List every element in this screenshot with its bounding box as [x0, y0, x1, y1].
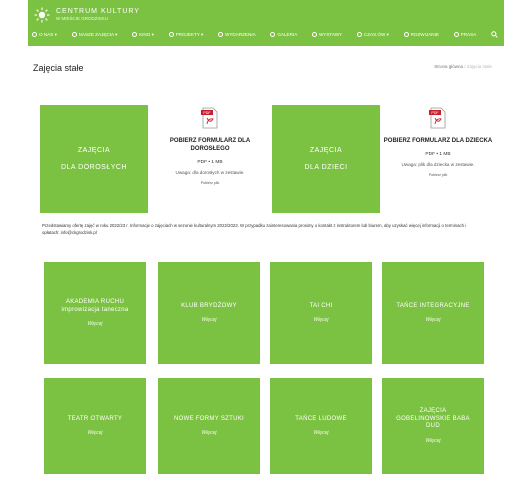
nav-item-rozwijanie[interactable]: ROZWIJANIE [403, 32, 439, 37]
nav-bullet-icon [403, 32, 409, 37]
nav-item-nasze-zajecia[interactable]: NASZE ZAJĘCIA ▾ [71, 31, 118, 38]
download-link[interactable]: Pobierz plik [154, 181, 266, 185]
nav-label: PRASA [460, 32, 477, 37]
activity-title: TAI CHI [309, 302, 333, 309]
activity-tile-teatr-otwarty[interactable]: TEATR OTWARTY Więcej [44, 378, 146, 474]
activity-title: NOWE FORMY SZTUKI [174, 415, 244, 422]
nav-bullet-icon [71, 32, 77, 37]
nav-label: WYSTAWY [318, 32, 343, 37]
nav-label: O NAS ▾ [39, 31, 57, 37]
page-title: Zajęcia stałe [33, 63, 84, 73]
nav-label: NASZE ZAJĘCIA ▾ [78, 31, 118, 37]
form-note: Uwaga: dla dorosłych w zestawie. [175, 170, 245, 176]
svg-text:PDF: PDF [431, 111, 439, 115]
tile-zajecia-dla-doroslych[interactable]: ZAJĘCIA DLA DOROSŁYCH [40, 105, 148, 213]
nav-bullet-icon [168, 32, 174, 37]
more-link[interactable]: Więcej [426, 317, 441, 323]
nav-item-wydarzenia[interactable]: WYDARZENIA [218, 32, 256, 37]
form-title[interactable]: POBIERZ FORMULARZ DLA DZIECKA [382, 137, 494, 145]
main-nav: O NAS ▾ NASZE ZAJĘCIA ▾ KINO ▾ PROJEKTY … [32, 31, 498, 38]
nav-item-galeria[interactable]: GALERIA [270, 32, 297, 37]
pdf-icon[interactable]: PDF [429, 107, 447, 129]
activity-tile-tance-integracyjne[interactable]: TAŃCE INTEGRACYJNE Więcej [382, 262, 484, 364]
form-card-dorosli: PDF POBIERZ FORMULARZ DLA DOROSŁEGO PDF … [154, 107, 266, 185]
nav-item-czasow[interactable]: CZAS.ÓW ▾ [356, 31, 389, 38]
nav-bullet-icon [356, 32, 362, 37]
logo-title: CENTRUM KULTURY [56, 8, 140, 16]
sun-logo-icon [34, 7, 50, 23]
svg-text:PDF: PDF [203, 111, 211, 115]
activity-title: KLUB BRYDŻOWY [181, 302, 237, 309]
nav-label: ROZWIJANIE [410, 32, 439, 37]
info-paragraph: Przedstawiamy ofertę zajęć w roku 2022/2… [42, 223, 467, 236]
activity-title: ZAJĘCIA GOBELINOWSKIE BABA DUD [396, 407, 470, 430]
more-link[interactable]: Więcej [314, 317, 329, 323]
activity-title: TAŃCE INTEGRACYJNE [396, 302, 470, 309]
activity-tile-nowe-formy-sztuki[interactable]: NOWE FORMY SZTUKI Więcej [158, 378, 260, 474]
nav-item-prasa[interactable]: PRASA [453, 32, 477, 37]
activity-tile-akademia-ruchu[interactable]: AKADEMIA RUCHU improwizacja taneczna Wię… [44, 262, 146, 364]
nav-bullet-icon [270, 32, 276, 37]
activity-title: TEATR OTWARTY [67, 415, 123, 422]
more-link[interactable]: Więcej [202, 430, 217, 436]
search-icon[interactable] [491, 31, 498, 38]
nav-item-projekty[interactable]: PROJEKTY ▾ [168, 31, 204, 38]
tile-line2: DLA DOROSŁYCH [60, 164, 128, 171]
nav-item-o-nas[interactable]: O NAS ▾ [32, 32, 57, 38]
activity-title: TAŃCE LUDOWE [295, 415, 347, 422]
breadcrumb: Strona główna / Zajęcia stałe [434, 64, 492, 69]
pdf-icon[interactable]: PDF [201, 107, 219, 129]
tile-zajecia-dla-dzieci[interactable]: ZAJĘCIA DLA DZIECI [272, 105, 380, 213]
nav-label: KINO ▾ [139, 31, 154, 37]
tile-line2: DLA DZIECI [304, 164, 348, 171]
nav-label: CZAS.ÓW ▾ [363, 31, 389, 37]
activity-tile-klub-brydzowy[interactable]: KLUB BRYDŻOWY Więcej [158, 262, 260, 364]
nav-bullet-icon [453, 32, 459, 37]
download-link[interactable]: Pobierz plik [382, 173, 494, 177]
nav-item-kino[interactable]: KINO ▾ [132, 32, 154, 38]
more-link[interactable]: Więcej [88, 321, 103, 327]
more-link[interactable]: Więcej [314, 430, 329, 436]
form-size: PDF • 1 MB [197, 160, 223, 166]
more-link[interactable]: Więcej [88, 430, 103, 436]
form-title[interactable]: POBIERZ FORMULARZ DLA DOROSŁEGO [154, 137, 266, 153]
activity-title: AKADEMIA RUCHU improwizacja taneczna [61, 298, 129, 313]
nav-label: GALERIA [277, 32, 298, 37]
nav-item-wystawy[interactable]: WYSTAWY [311, 32, 343, 37]
nav-bullet-icon [218, 32, 224, 37]
activity-tile-tai-chi[interactable]: TAI CHI Więcej [270, 262, 372, 364]
tile-line1: ZAJĘCIA [77, 147, 111, 154]
nav-label: PROJEKTY ▾ [175, 31, 204, 37]
form-note: Uwaga: plik dla dziecka w zestawie. [401, 162, 475, 168]
tile-line1: ZAJĘCIA [309, 147, 343, 154]
nav-bullet-icon [311, 32, 317, 37]
form-card-dzieci: PDF POBIERZ FORMULARZ DLA DZIECKA PDF • … [382, 107, 494, 177]
nav-label: WYDARZENIA [225, 32, 256, 37]
logo-subtitle: W MIEŚCIE GRODZISKU [56, 16, 109, 22]
breadcrumb-current: / Zajęcia stałe [464, 64, 492, 69]
site-header: CENTRUM KULTURY W MIEŚCIE GRODZISKU O NA… [28, 0, 504, 46]
nav-bullet-icon [32, 32, 37, 37]
form-size: PDF • 1 MB [425, 152, 451, 158]
site-logo[interactable]: CENTRUM KULTURY W MIEŚCIE GRODZISKU [34, 7, 140, 23]
breadcrumb-home[interactable]: Strona główna [434, 64, 463, 69]
activity-tile-zajecia-gobelinowskie[interactable]: ZAJĘCIA GOBELINOWSKIE BABA DUD Więcej [382, 378, 484, 474]
activity-tile-tance-ludowe[interactable]: TAŃCE LUDOWE Więcej [270, 378, 372, 474]
more-link[interactable]: Więcej [202, 317, 217, 323]
more-link[interactable]: Więcej [426, 438, 441, 444]
nav-bullet-icon [132, 32, 138, 37]
